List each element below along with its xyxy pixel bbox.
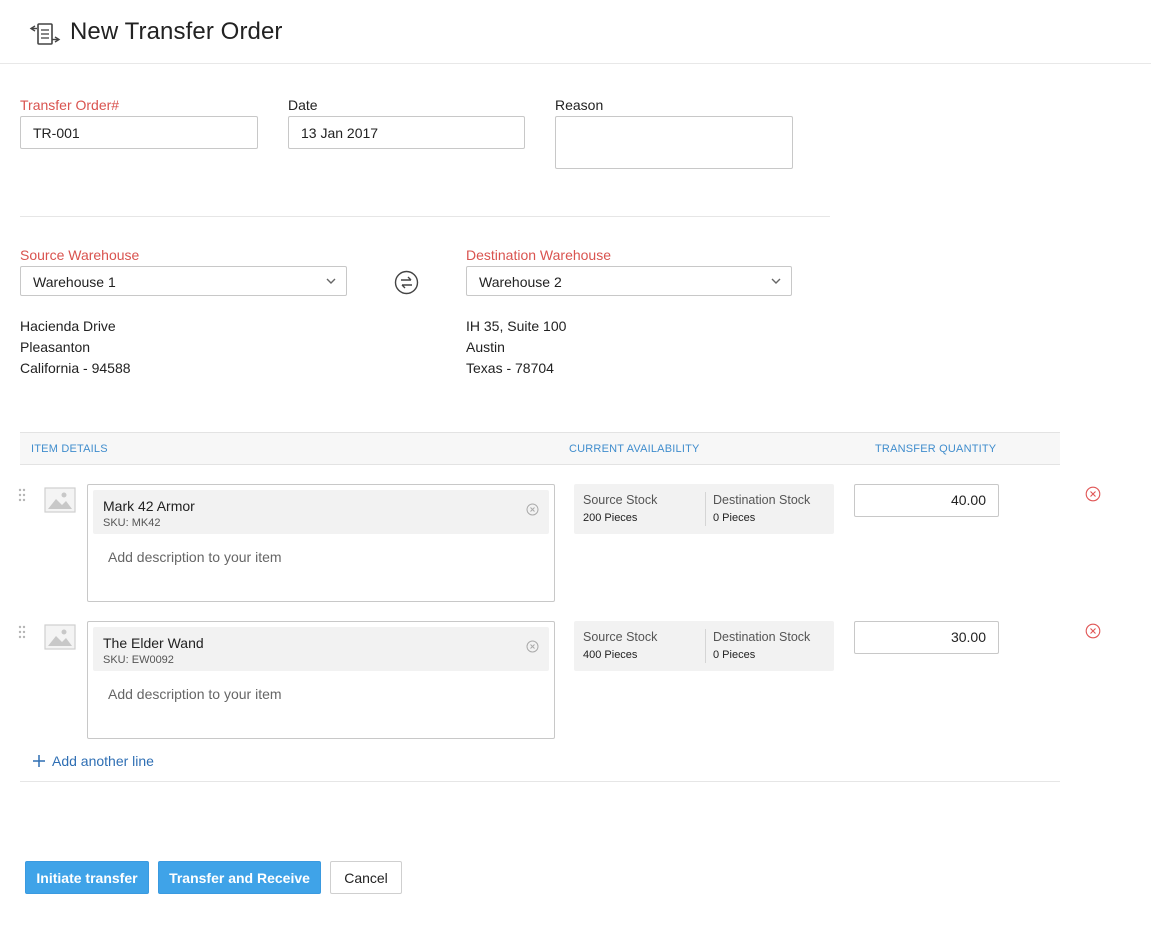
destination-address: IH 35, Suite 100 Austin Texas - 78704 xyxy=(466,316,566,379)
destination-warehouse-value: Warehouse 2 xyxy=(479,274,562,290)
source-address-line: Pleasanton xyxy=(20,339,91,355)
item-header: The Elder Wand SKU: EW0092 xyxy=(93,627,549,671)
transfer-order-input[interactable]: TR-001 xyxy=(20,116,258,149)
destination-stock-label: Destination Stock xyxy=(713,493,811,507)
date-label: Date xyxy=(288,97,318,113)
swap-icon[interactable] xyxy=(394,270,419,295)
item-sku: SKU: EW0092 xyxy=(103,654,174,666)
items-table-header: ITEM DETAILS CURRENT AVAILABILITY TRANSF… xyxy=(20,432,1060,465)
destination-address-line: IH 35, Suite 100 xyxy=(466,318,567,334)
column-header-current-availability: CURRENT AVAILABILITY xyxy=(569,443,700,455)
column-header-transfer-quantity: TRANSFER QUANTITY xyxy=(875,443,997,455)
transfer-order-label: Transfer Order# xyxy=(20,97,120,113)
add-another-line-link[interactable]: Add another line xyxy=(32,753,154,769)
destination-address-line: Texas - 78704 xyxy=(466,360,554,376)
source-stock-value: 400 Pieces xyxy=(583,649,638,661)
chevron-down-icon xyxy=(771,278,781,284)
initiate-transfer-button[interactable]: Initiate transfer xyxy=(25,861,149,894)
remove-row-icon[interactable] xyxy=(1085,486,1101,502)
item-name: The Elder Wand xyxy=(103,635,204,651)
source-warehouse-select[interactable]: Warehouse 1 xyxy=(20,266,347,296)
source-stock-value: 200 Pieces xyxy=(583,512,638,524)
page-header: New Transfer Order xyxy=(0,0,1151,64)
source-address-line: Hacienda Drive xyxy=(20,318,116,334)
destination-warehouse-select[interactable]: Warehouse 2 xyxy=(466,266,792,296)
destination-stock-value: 0 Pieces xyxy=(713,512,756,524)
image-placeholder-icon[interactable] xyxy=(44,624,76,650)
item-description-input[interactable]: Add description to your item xyxy=(108,549,282,565)
item-name: Mark 42 Armor xyxy=(103,498,195,514)
table-bottom-divider xyxy=(20,781,1060,782)
item-details-box[interactable]: Mark 42 Armor SKU: MK42 Add description … xyxy=(87,484,555,602)
drag-handle-icon[interactable] xyxy=(18,625,26,639)
availability-divider xyxy=(705,629,706,663)
date-input[interactable]: 13 Jan 2017 xyxy=(288,116,525,149)
item-sku: SKU: MK42 xyxy=(103,517,161,529)
plus-icon xyxy=(33,755,45,767)
source-warehouse-value: Warehouse 1 xyxy=(33,274,116,290)
destination-stock-value: 0 Pieces xyxy=(713,649,756,661)
source-address-line: California - 94588 xyxy=(20,360,131,376)
page-title: New Transfer Order xyxy=(70,18,283,45)
transfer-order-icon xyxy=(29,23,61,45)
availability-box: Source Stock 200 Pieces Destination Stoc… xyxy=(574,484,834,534)
source-address: Hacienda Drive Pleasanton California - 9… xyxy=(20,316,131,379)
image-placeholder-icon[interactable] xyxy=(44,487,76,513)
item-details-box[interactable]: The Elder Wand SKU: EW0092 Add descripti… xyxy=(87,621,555,739)
cancel-button[interactable]: Cancel xyxy=(330,861,402,894)
item-description-input[interactable]: Add description to your item xyxy=(108,686,282,702)
clear-item-icon[interactable] xyxy=(526,503,539,516)
item-header: Mark 42 Armor SKU: MK42 xyxy=(93,490,549,534)
add-another-line-label: Add another line xyxy=(52,753,154,769)
column-header-item-details: ITEM DETAILS xyxy=(31,443,108,455)
reason-textarea[interactable] xyxy=(555,116,793,169)
destination-warehouse-label: Destination Warehouse xyxy=(466,247,612,263)
destination-stock-label: Destination Stock xyxy=(713,630,811,644)
availability-box: Source Stock 400 Pieces Destination Stoc… xyxy=(574,621,834,671)
availability-divider xyxy=(705,492,706,526)
transfer-quantity-input[interactable]: 40.00 xyxy=(854,484,999,517)
destination-address-line: Austin xyxy=(466,339,505,355)
source-stock-label: Source Stock xyxy=(583,630,658,644)
source-warehouse-label: Source Warehouse xyxy=(20,247,140,263)
transfer-quantity-input[interactable]: 30.00 xyxy=(854,621,999,654)
clear-item-icon[interactable] xyxy=(526,640,539,653)
section-divider xyxy=(20,216,830,217)
drag-handle-icon[interactable] xyxy=(18,488,26,502)
chevron-down-icon xyxy=(326,278,336,284)
transfer-and-receive-button[interactable]: Transfer and Receive xyxy=(158,861,321,894)
reason-label: Reason xyxy=(555,97,604,113)
source-stock-label: Source Stock xyxy=(583,493,658,507)
remove-row-icon[interactable] xyxy=(1085,623,1101,639)
